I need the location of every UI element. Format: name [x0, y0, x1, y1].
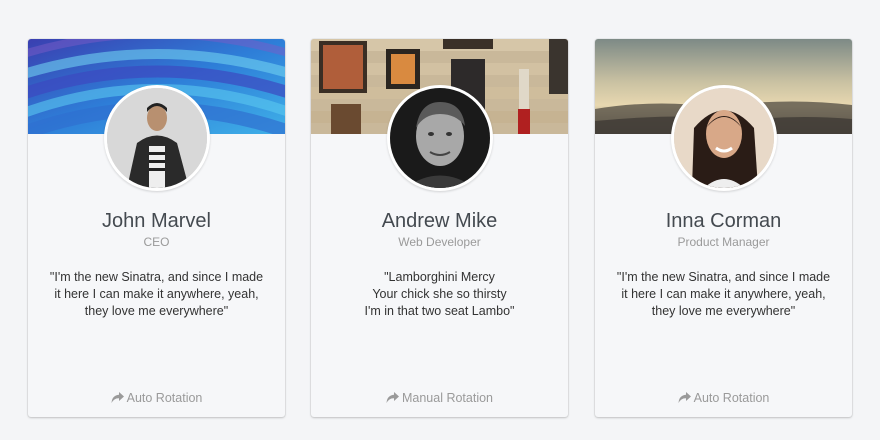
rotation-label: Auto Rotation	[693, 391, 770, 405]
profile-quote: "I'm the new Sinatra, and since I made i…	[609, 269, 838, 320]
profile-role: CEO	[143, 235, 170, 249]
profile-name: Inna Corman	[665, 210, 782, 232]
quote-line: it here I can make it anywhere, yeah,	[54, 287, 259, 301]
avatar-john-marvel[interactable]	[103, 85, 210, 191]
auto-rotation-button[interactable]: Auto Rotation	[595, 391, 852, 407]
quote-line: it here I can make it anywhere, yeah,	[621, 287, 826, 301]
quote-line: they love me everywhere"	[84, 304, 229, 318]
profile-card-john-marvel: John Marvel CEO "I'm the new Sinatra, an…	[28, 39, 285, 417]
manual-rotation-button[interactable]: Manual Rotation	[311, 391, 568, 407]
rotation-label: Manual Rotation	[401, 391, 494, 405]
share-icon	[386, 392, 399, 407]
avatar-andrew-mike[interactable]	[386, 85, 493, 191]
avatar-inna-corman[interactable]	[670, 85, 777, 191]
profile-name: John Marvel	[102, 210, 211, 232]
profile-quote: "I'm the new Sinatra, and since I made i…	[42, 269, 271, 320]
auto-rotation-button[interactable]: Auto Rotation	[28, 391, 285, 407]
profile-role: Web Developer	[398, 235, 481, 249]
profile-name: Andrew Mike	[381, 210, 498, 232]
rotation-label: Auto Rotation	[126, 391, 203, 405]
quote-line: "Lamborghini Mercy	[384, 270, 495, 284]
profile-quote: "Lamborghini Mercy Your chick she so thi…	[325, 269, 554, 320]
profile-role: Product Manager	[677, 235, 770, 249]
profile-card-inna-corman: Inna Corman Product Manager "I'm the new…	[595, 39, 852, 417]
share-icon	[678, 392, 691, 407]
quote-line: they love me everywhere"	[651, 304, 796, 318]
quote-line: "I'm the new Sinatra, and since I made	[616, 270, 831, 284]
quote-line: I'm in that two seat Lambo"	[364, 304, 515, 318]
profile-card-andrew-mike: Andrew Mike Web Developer "Lamborghini M…	[311, 39, 568, 417]
quote-line: Your chick she so thirsty	[372, 287, 507, 301]
share-icon	[111, 392, 124, 407]
quote-line: "I'm the new Sinatra, and since I made	[49, 270, 264, 284]
